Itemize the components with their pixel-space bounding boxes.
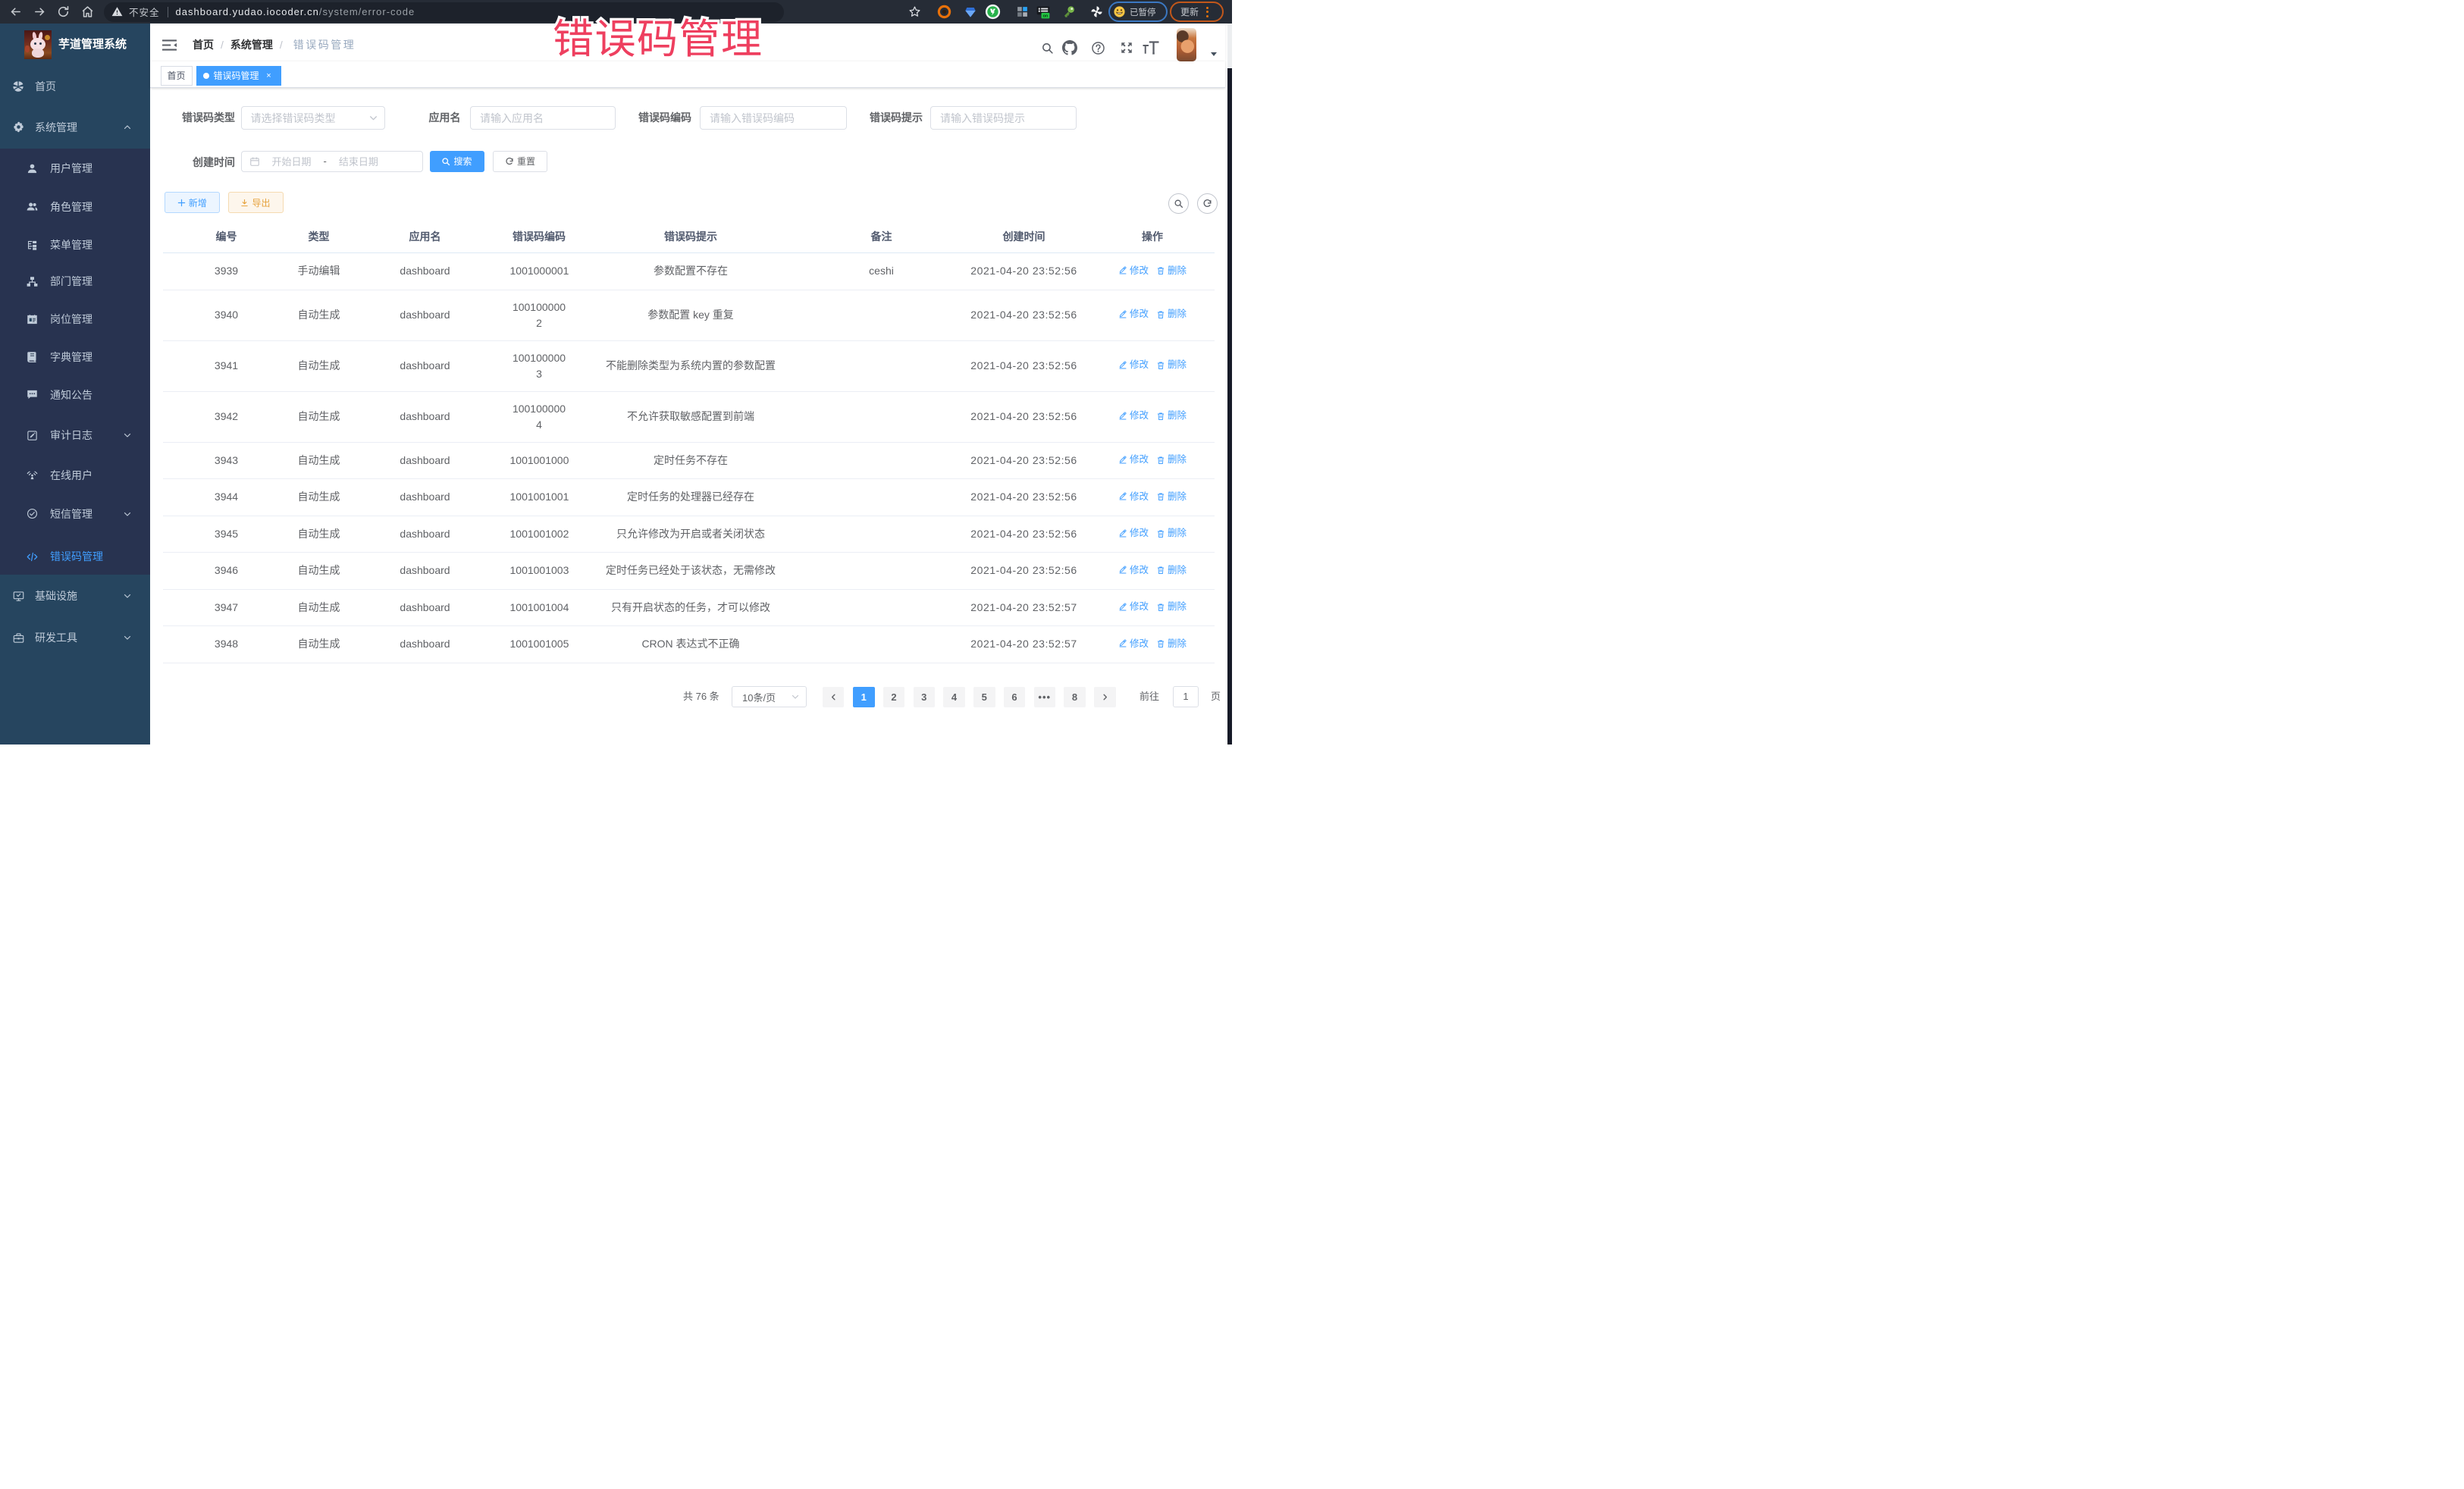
svg-text:on: on	[1043, 14, 1049, 18]
